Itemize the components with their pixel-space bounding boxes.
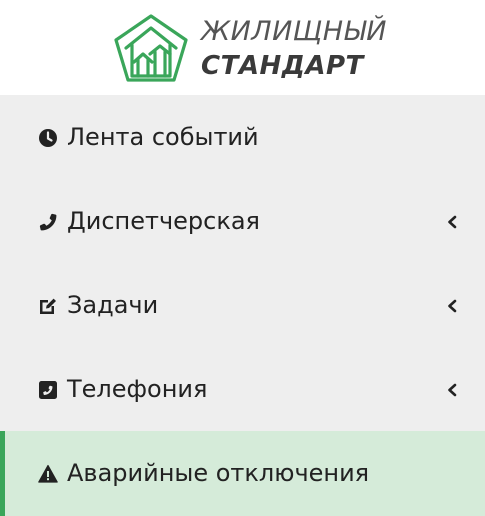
nav-item-tasks[interactable]: Задачи — [0, 263, 485, 348]
edit-icon — [40, 298, 56, 314]
logo[interactable]: ЖИЛИЩНЫЙ СТАНДАРТ — [0, 0, 485, 95]
chevron-left-icon[interactable] — [446, 299, 458, 313]
nav-item-label: Телефония — [67, 375, 208, 403]
house-pentagon-logo-icon — [114, 14, 188, 82]
nav-item-emergency-outages[interactable]: Аварийные отключения — [0, 431, 485, 516]
phone-square-icon — [39, 381, 57, 399]
chevron-left-icon[interactable] — [446, 383, 458, 397]
nav-item-label: Диспетчерская — [67, 207, 260, 235]
chevron-left-icon[interactable] — [446, 215, 458, 229]
nav-item-dispatch[interactable]: Диспетчерская — [0, 179, 485, 264]
logo-text-bottom: СТАНДАРТ — [201, 51, 364, 81]
nav-item-label: Аварийные отключения — [67, 459, 370, 487]
nav-item-label: Лента событий — [67, 123, 259, 151]
sidebar-nav: Лента событий Диспетчерская Задачи Телеф… — [0, 95, 485, 516]
nav-item-telephony[interactable]: Телефония — [0, 347, 485, 432]
clock-icon — [39, 129, 57, 147]
warning-icon — [38, 464, 58, 483]
logo-text-top: ЖИЛИЩНЫЙ — [201, 16, 387, 47]
phone-icon — [39, 213, 57, 231]
nav-item-label: Задачи — [67, 291, 159, 319]
nav-item-event-feed[interactable]: Лента событий — [0, 95, 485, 180]
